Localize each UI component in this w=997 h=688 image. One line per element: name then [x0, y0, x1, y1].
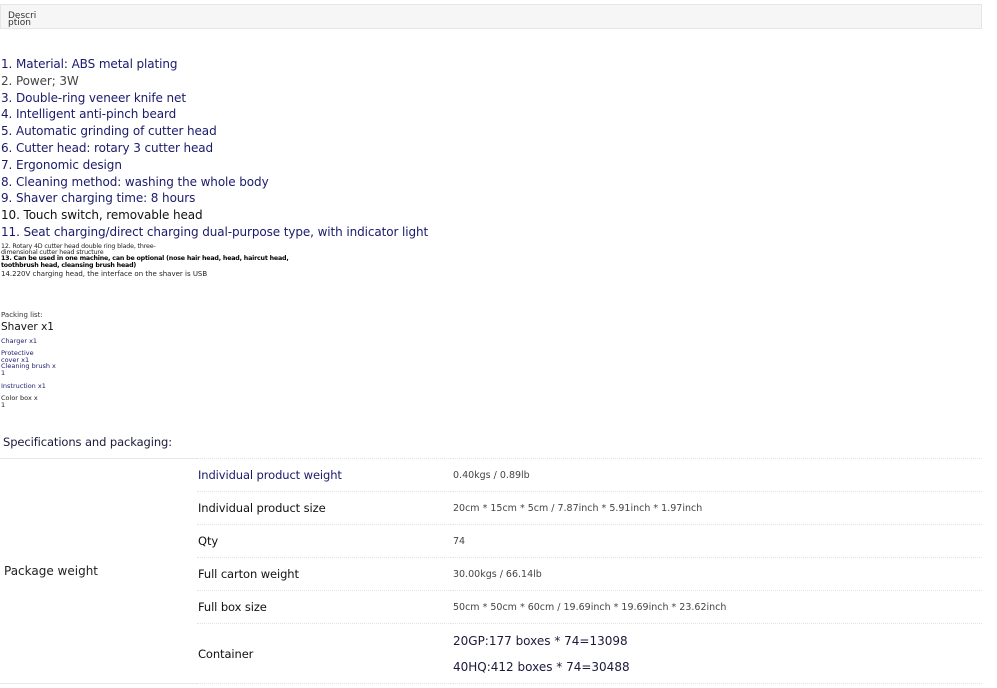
spec-name: Qty: [197, 524, 451, 558]
feature-line: 1. Material: ABS metal plating: [1, 57, 178, 71]
spec-value: 74: [451, 524, 982, 558]
feature-line: 4. Intelligent anti-pinch beard: [1, 107, 177, 122]
feature-13-line2: toothbrush head, cleansing brush head): [1, 261, 137, 269]
tab-description[interactable]: Descri ption: [8, 12, 48, 28]
container-20gp: 20GP:177 boxes * 74=13098: [453, 633, 628, 648]
table-row: Package weight Individual product weight…: [0, 458, 982, 684]
tab-label-line2: ption: [8, 18, 31, 28]
spec-value: 0.40kgs / 0.89lb: [451, 458, 982, 492]
container-40hq: 40HQ:412 boxes * 74=30488: [453, 659, 630, 674]
packing-title: Packing list:: [1, 311, 43, 319]
packing-colorbox-line2: 1: [1, 400, 6, 409]
spec-name: Full carton weight: [197, 557, 451, 591]
feature-line: 6. Cutter head: rotary 3 cutter head: [1, 140, 214, 155]
spec-value: 20cm * 15cm * 5cm / 7.87inch * 5.91inch …: [451, 491, 982, 525]
packing-cover-line1: Protective: [1, 348, 34, 357]
packing-brush-line1: Cleaning brush x: [1, 362, 56, 371]
spec-value-container: 20GP:177 boxes * 74=13098 40HQ:412 boxes…: [451, 623, 982, 684]
packing-colorbox-line1: Color box x: [1, 393, 38, 402]
spec-value: 30.00kgs / 66.14lb: [451, 557, 982, 591]
feature-line: 5. Automatic grinding of cutter head: [1, 124, 217, 139]
packing-instruction: Instruction x1: [1, 381, 46, 390]
feature-line: 2. Power; 3W: [1, 73, 79, 88]
spec-name-container: Container: [197, 623, 451, 684]
feature-14: 14.220V charging head, the interface on …: [1, 269, 208, 278]
tab-bar: Descri ption: [0, 4, 982, 29]
packing-brush-line2: 1: [1, 369, 6, 378]
spec-name: Individual product weight: [197, 458, 451, 492]
feature-line: 3. Double-ring veneer knife net: [1, 90, 186, 105]
feature-line: 10. Touch switch, removable head: [1, 208, 203, 223]
group-label: Package weight: [0, 458, 197, 684]
spec-name: Individual product size: [197, 491, 451, 525]
specs-table: Package weight Individual product weight…: [0, 458, 982, 684]
feature-line: 11. Seat charging/direct charging dual-p…: [1, 224, 429, 239]
feature-line: 9. Shaver charging time: 8 hours: [1, 191, 196, 206]
feature-line: 8. Cleaning method: washing the whole bo…: [1, 174, 269, 189]
packing-shaver: Shaver x1: [1, 321, 54, 333]
spec-value: 50cm * 50cm * 60cm / 19.69inch * 19.69in…: [451, 590, 982, 624]
packing-charger: Charger x1: [1, 337, 38, 345]
description-section: 1. Material: ABS metal plating 2. Power;…: [1, 56, 561, 278]
feature-line: 7. Ergonomic design: [1, 157, 122, 172]
packing-list: Packing list: Shaver x1 Charger x1 Prote…: [1, 311, 201, 408]
specs-title: Specifications and packaging:: [3, 435, 173, 449]
spec-name: Full box size: [197, 590, 451, 624]
